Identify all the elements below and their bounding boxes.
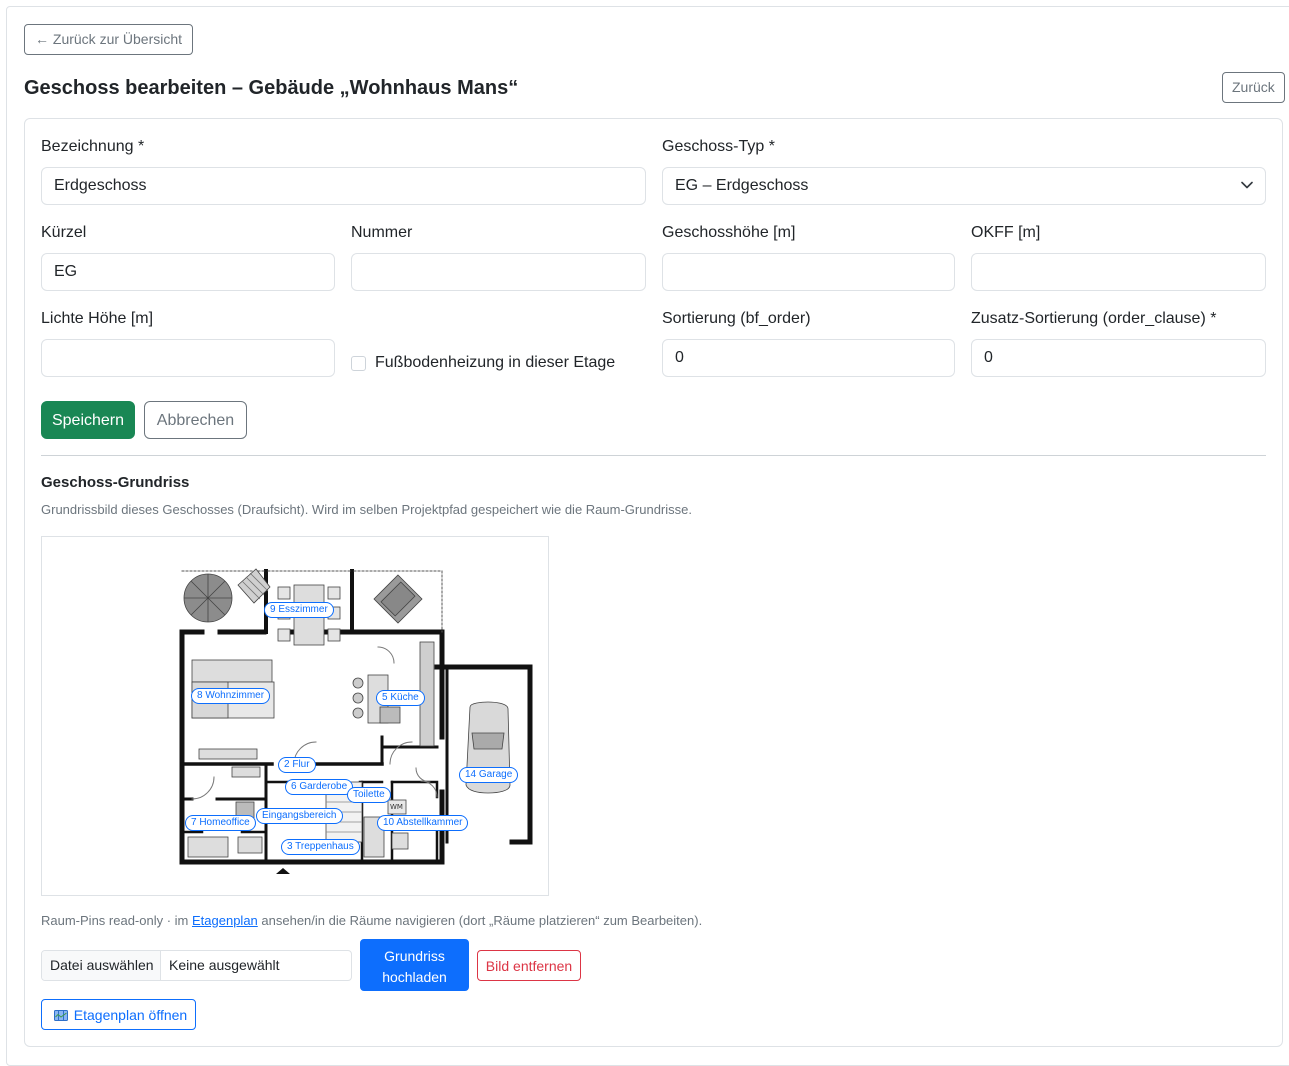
grundriss-description: Grundrissbild dieses Geschosses (Draufsi… [41, 502, 692, 517]
etagenplan-link[interactable]: Etagenplan [192, 913, 258, 928]
kuerzel-label: Kürzel [41, 224, 87, 241]
grundriss-note: Raum-Pins read-only · im Etagenplan anse… [41, 913, 702, 929]
cancel-button[interactable]: Abbrechen [144, 401, 247, 439]
floor-plan-image: WM 9 Esszimmer 8 Wohnzimmer 5 Küche 14 G… [41, 536, 549, 896]
open-floorplan-label: Etagenplan öffnen [73, 1007, 188, 1023]
room-pin[interactable]: 14 Garage [459, 767, 519, 783]
divider [41, 455, 1266, 456]
geschosshoehe-label: Geschosshöhe [m] [662, 224, 796, 241]
sortierung-label: Sortierung (bf_order) [662, 310, 811, 327]
room-pin[interactable]: 7 Homeoffice [185, 815, 256, 831]
zusatz-sortierung-label: Zusatz-Sortierung (order_clause) * [971, 310, 1217, 327]
map-icon [53, 1010, 68, 1021]
room-pin[interactable]: 9 Esszimmer [264, 602, 334, 618]
fussbodenheizung-label[interactable]: Fußbodenheizung in dieser Etage [375, 353, 615, 373]
room-pin[interactable]: 10 Abstellkammer [377, 815, 469, 831]
chevron-down-icon [1241, 181, 1253, 189]
room-pin[interactable]: 2 Flur [278, 757, 316, 773]
wm-label: WM [390, 803, 403, 811]
geschosshoehe-input[interactable] [662, 253, 955, 291]
room-pin[interactable]: 6 Garderobe [285, 779, 354, 795]
zusatz-sortierung-input[interactable]: 0 [971, 339, 1266, 377]
page-title: Geschoss bearbeiten – Gebäude „Wohnhaus … [24, 77, 519, 99]
bezeichnung-label: Bezeichnung * [41, 138, 145, 155]
room-pin[interactable]: 5 Küche [376, 690, 425, 706]
grundriss-title: Geschoss-Grundriss [41, 474, 190, 491]
geschoss-typ-value: EG – Erdgeschoss [675, 177, 809, 194]
file-status: Keine ausgewählt [169, 957, 280, 973]
lichte-hoehe-label: Lichte Höhe [m] [41, 310, 154, 327]
okff-input[interactable] [971, 253, 1266, 291]
nummer-label: Nummer [351, 224, 413, 241]
geschoss-typ-select[interactable]: EG – Erdgeschoss [662, 167, 1266, 205]
lichte-hoehe-input[interactable] [41, 339, 335, 377]
file-choose-button[interactable]: Datei auswählen [42, 951, 161, 980]
back-button[interactable]: Zurück [1222, 72, 1285, 103]
room-pin[interactable]: 8 Wohnzimmer [191, 688, 271, 704]
okff-label: OKFF [m] [971, 224, 1041, 241]
note-text-before: Raum-Pins read-only · im [41, 913, 192, 928]
upload-label-line2: hochladen [382, 968, 447, 985]
save-button[interactable]: Speichern [41, 401, 135, 439]
remove-image-button[interactable]: Bild entfernen [477, 950, 581, 981]
room-pin[interactable]: Toilette [347, 787, 391, 803]
note-text-after: ansehen/in die Räume navigieren (dort „R… [257, 913, 703, 928]
file-input[interactable]: Datei auswählen Keine ausgewählt [41, 950, 352, 981]
bezeichnung-input[interactable]: Erdgeschoss [41, 167, 646, 205]
room-pin[interactable]: Eingangsbereich [256, 808, 343, 824]
room-pin[interactable]: 3 Treppenhaus [281, 839, 360, 855]
back-to-overview-button[interactable]: ← Zurück zur Übersicht [24, 24, 194, 55]
kuerzel-input[interactable]: EG [41, 253, 335, 291]
upload-label-line1: Grundriss [384, 947, 445, 964]
upload-floorplan-button[interactable]: Grundriss hochladen [360, 939, 469, 991]
fussbodenheizung-checkbox[interactable] [351, 356, 366, 371]
nummer-input[interactable] [351, 253, 646, 291]
sortierung-input[interactable]: 0 [662, 339, 955, 377]
open-floorplan-button[interactable]: Etagenplan öffnen [41, 999, 196, 1030]
geschoss-typ-label: Geschoss-Typ * [662, 138, 775, 155]
